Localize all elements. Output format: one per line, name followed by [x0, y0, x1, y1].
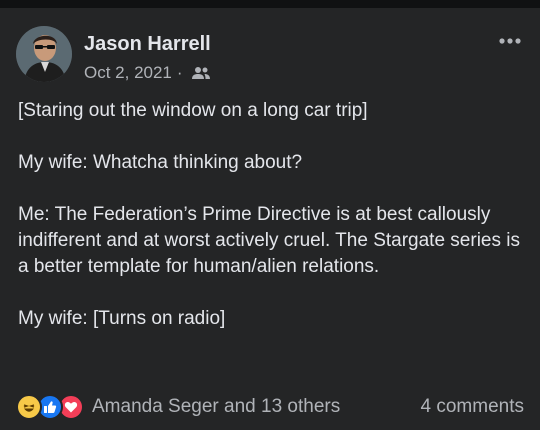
meta-separator: · — [176, 63, 183, 82]
post-meta: Oct 2, 2021 · — [84, 63, 211, 83]
post-paragraph: My wife: Whatcha thinking about? — [18, 152, 303, 173]
post-date[interactable]: Oct 2, 2021 — [84, 63, 172, 83]
post-paragraph: Me: The Federation’s Prime Directive is … — [18, 204, 520, 277]
haha-reaction-icon — [16, 394, 42, 420]
reaction-icons[interactable] — [16, 394, 84, 420]
top-edge — [0, 0, 540, 8]
post-paragraph: My wife: [Turns on radio] — [18, 308, 226, 329]
post-footer: Amanda Seger and 13 others 4 comments — [16, 392, 524, 422]
friends-icon[interactable] — [191, 65, 211, 81]
post-paragraph: [Staring out the window on a long car tr… — [18, 100, 368, 121]
author-name[interactable]: Jason Harrell — [84, 33, 211, 56]
post-card: Jason Harrell Oct 2, 2021 · [Staring out… — [0, 8, 540, 430]
comments-link[interactable]: 4 comments — [421, 396, 524, 418]
reactors-link[interactable]: Amanda Seger and 13 others — [92, 396, 340, 418]
post-text: [Staring out the window on a long car tr… — [18, 98, 528, 358]
avatar-photo — [16, 26, 72, 82]
more-options-icon[interactable] — [498, 34, 522, 46]
avatar[interactable] — [16, 26, 72, 82]
